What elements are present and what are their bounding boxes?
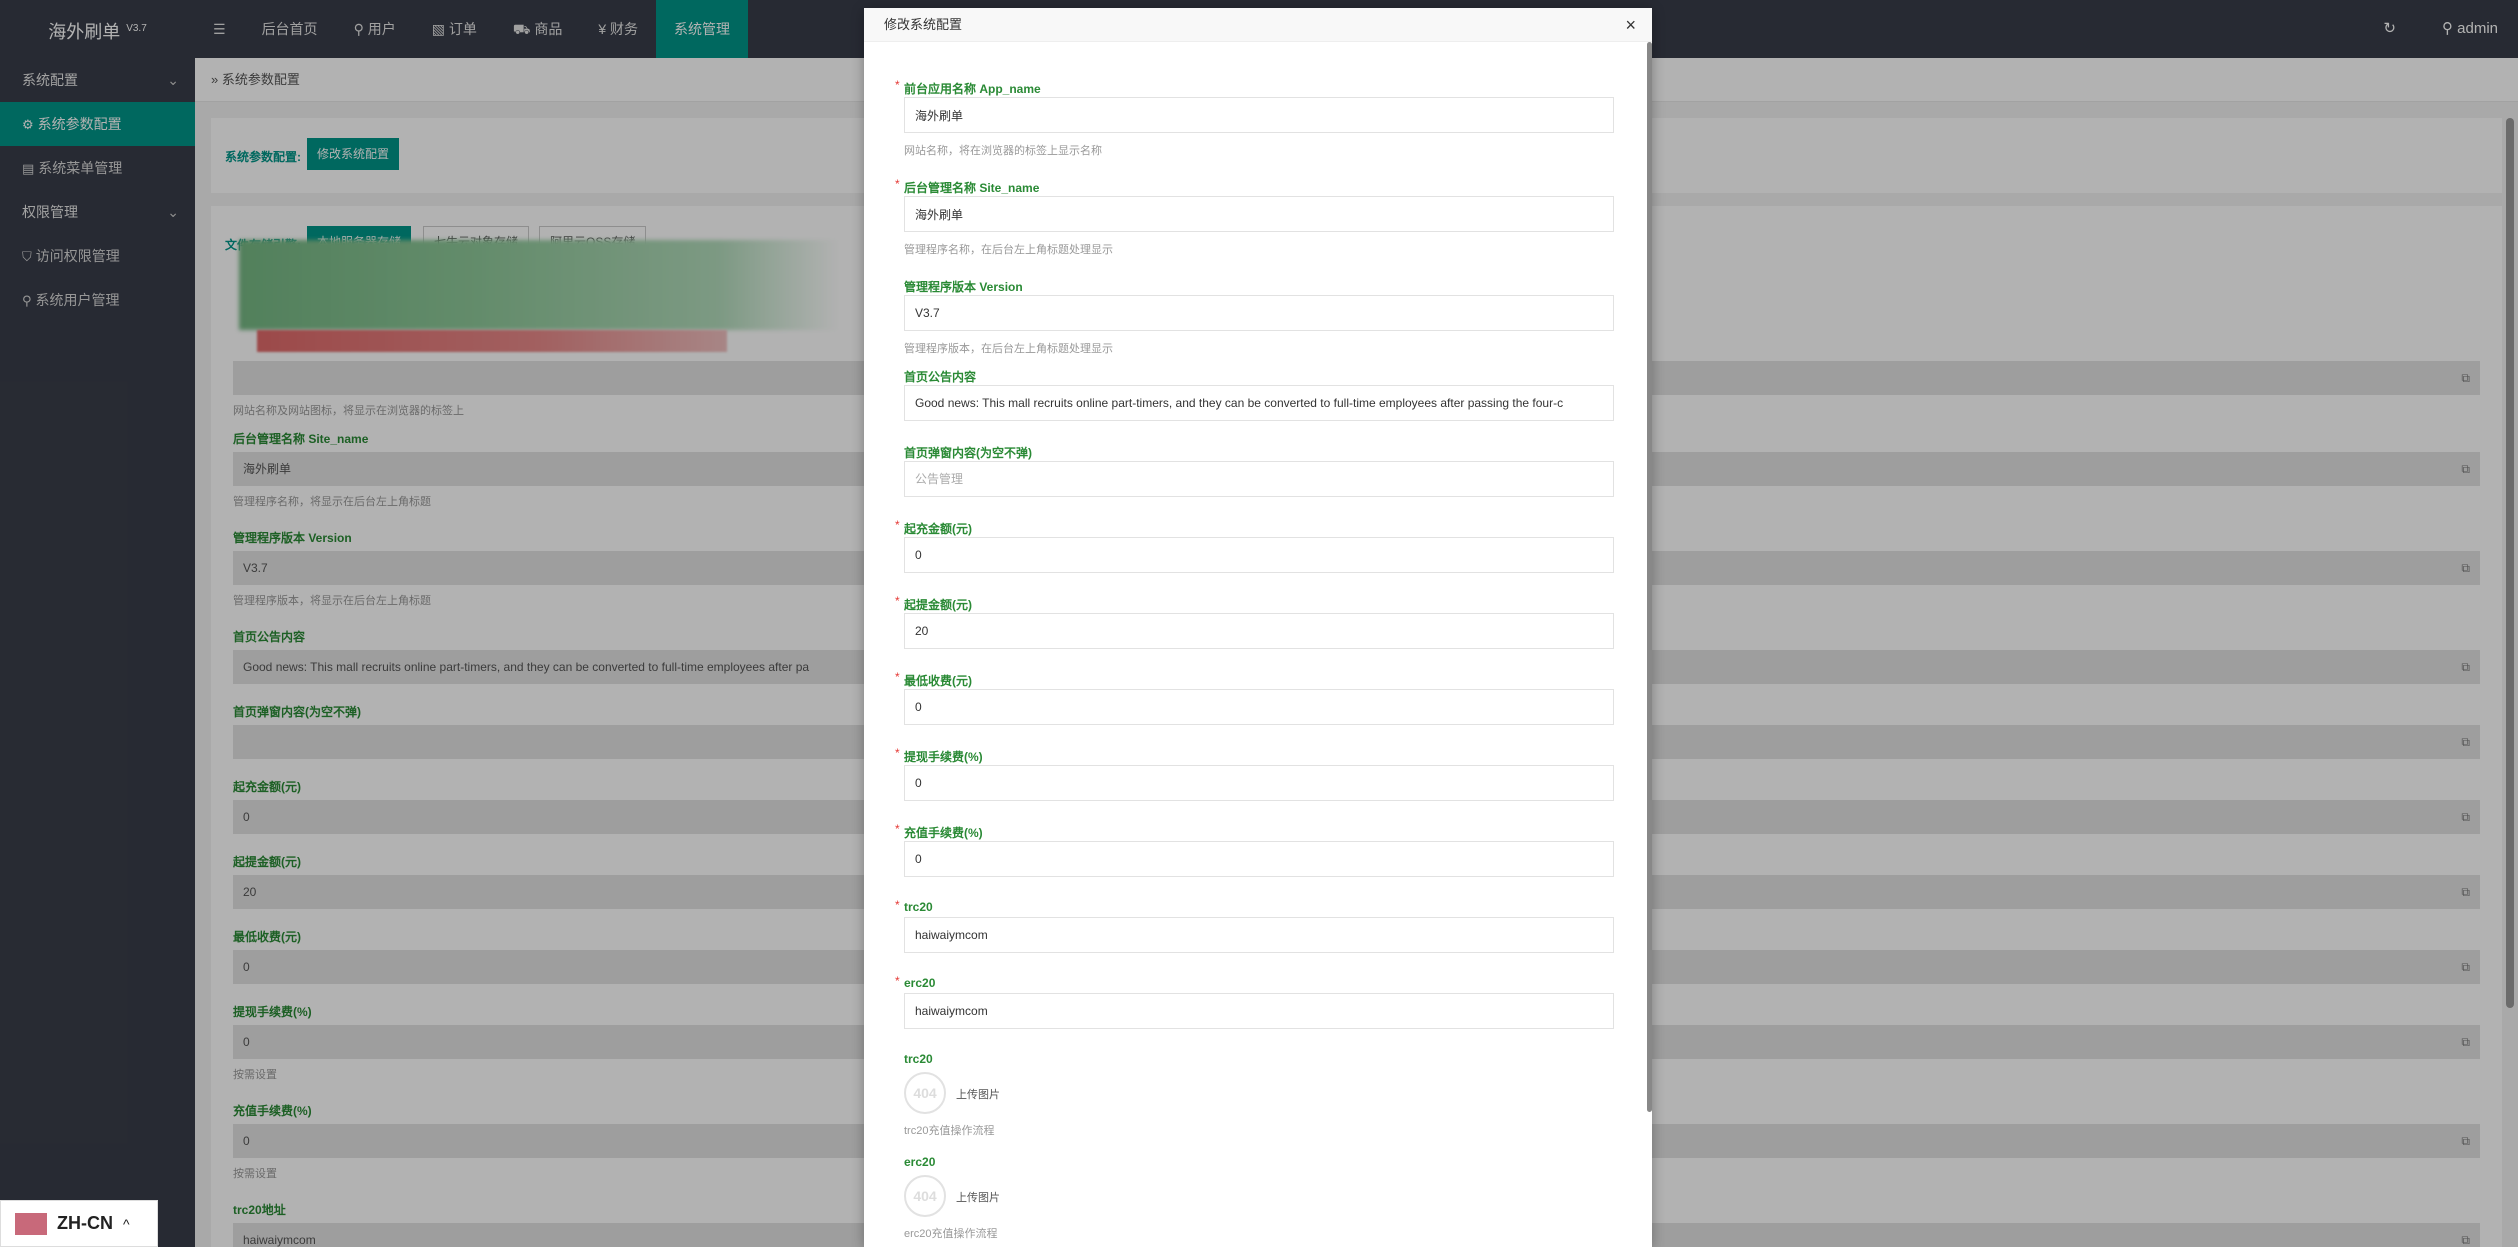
upload-image-button[interactable]: 上传图片 xyxy=(956,1189,1000,1205)
erc20-image-placeholder[interactable]: 404 xyxy=(904,1175,946,1217)
required-mark: * xyxy=(895,670,900,684)
recharge-fee-input[interactable] xyxy=(904,841,1614,877)
language-code: ZH-CN xyxy=(57,1213,113,1233)
required-mark: * xyxy=(895,594,900,608)
field-label-version: 管理程序版本 Version xyxy=(904,280,1023,294)
field-label-app-name: * 前台应用名称 App_name xyxy=(895,78,1041,97)
required-mark: * xyxy=(895,78,900,92)
field-label-withdraw-fee: * 提现手续费(%) xyxy=(895,746,983,765)
modal-scrollbar[interactable] xyxy=(1647,42,1652,1112)
field-hint: erc20充值操作流程 xyxy=(904,1228,998,1240)
field-label-text: 提现手续费(%) xyxy=(904,750,983,764)
upload-image-button[interactable]: 上传图片 xyxy=(956,1086,1000,1102)
site-name-input[interactable] xyxy=(904,196,1614,232)
modal-header: 修改系统配置 × xyxy=(864,8,1652,42)
field-label-text: 起充金额(元) xyxy=(904,522,972,536)
flag-icon xyxy=(15,1212,47,1235)
required-mark: * xyxy=(895,974,900,988)
field-label-text: erc20 xyxy=(904,976,936,990)
field-label-popup: 首页弹窗内容(为空不弹) xyxy=(904,446,1032,460)
field-label-site-name: * 后台管理名称 Site_name xyxy=(895,177,1040,196)
required-mark: * xyxy=(895,518,900,532)
field-label-min-withdraw: * 起提金额(元) xyxy=(895,594,972,613)
required-mark: * xyxy=(895,822,900,836)
required-mark: * xyxy=(895,177,900,191)
field-label-text: 后台管理名称 Site_name xyxy=(904,181,1040,195)
field-label-min-recharge: * 起充金额(元) xyxy=(895,518,972,537)
min-withdraw-input[interactable] xyxy=(904,613,1614,649)
min-recharge-input[interactable] xyxy=(904,537,1614,573)
field-hint: 管理程序名称，在后台左上角标题处理显示 xyxy=(904,244,1113,256)
field-label-text: 起提金额(元) xyxy=(904,598,972,612)
field-label-text: 前台应用名称 App_name xyxy=(904,82,1041,96)
field-label-recharge-fee: * 充值手续费(%) xyxy=(895,822,983,841)
chevron-up-icon: ^ xyxy=(123,1215,130,1232)
field-label-text: trc20 xyxy=(904,900,933,914)
field-label-text: 最低收费(元) xyxy=(904,674,972,688)
field-hint: 管理程序版本，在后台左上角标题处理显示 xyxy=(904,343,1113,355)
edit-config-modal: 修改系统配置 × * 前台应用名称 App_name 网站名称，将在浏览器的标签上… xyxy=(864,8,1652,1247)
field-hint: 网站名称，将在浏览器的标签上显示名称 xyxy=(904,145,1102,157)
field-label-notice: 首页公告内容 xyxy=(904,370,977,384)
close-icon[interactable]: × xyxy=(1625,8,1636,42)
app-name-input[interactable] xyxy=(904,97,1614,133)
notice-input[interactable] xyxy=(904,385,1614,421)
erc20-input[interactable] xyxy=(904,993,1614,1029)
upload-label-trc20: trc20 xyxy=(904,1052,933,1066)
language-switcher[interactable]: ZH-CN ^ xyxy=(0,1200,158,1247)
modal-title: 修改系统配置 xyxy=(884,17,963,32)
field-hint: trc20充值操作流程 xyxy=(904,1125,995,1137)
field-label-min-fee: * 最低收费(元) xyxy=(895,670,972,689)
withdraw-fee-input[interactable] xyxy=(904,765,1614,801)
modal-body: * 前台应用名称 App_name 网站名称，将在浏览器的标签上显示名称 * 后台管… xyxy=(864,42,1652,1247)
version-input[interactable] xyxy=(904,295,1614,331)
field-label-text: 充值手续费(%) xyxy=(904,826,983,840)
required-mark: * xyxy=(895,898,900,912)
trc20-input[interactable] xyxy=(904,917,1614,953)
popup-input[interactable] xyxy=(904,461,1614,497)
trc20-image-placeholder[interactable]: 404 xyxy=(904,1072,946,1114)
upload-label-erc20: erc20 xyxy=(904,1155,936,1169)
required-mark: * xyxy=(895,746,900,760)
field-label-erc20: * erc20 xyxy=(895,974,936,990)
field-label-trc20: * trc20 xyxy=(895,898,933,914)
min-fee-input[interactable] xyxy=(904,689,1614,725)
